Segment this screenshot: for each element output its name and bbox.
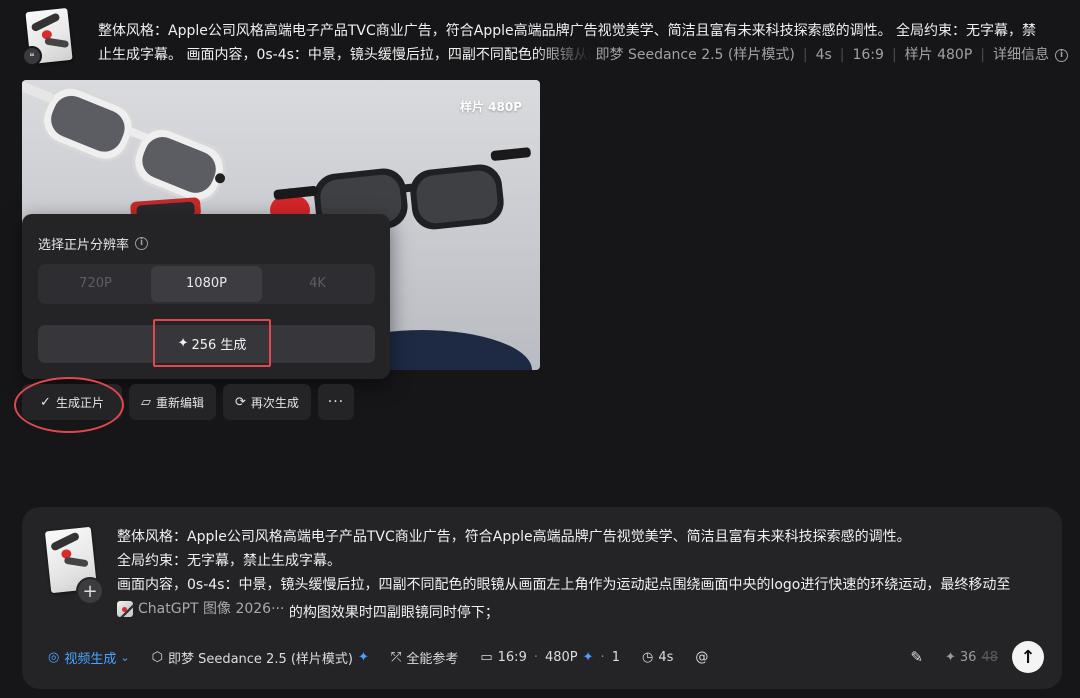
- prompt-line-4-text: 的构图效果时四副眼镜同时停下；: [284, 605, 499, 621]
- composer-toolbar: ◎ 视频生成 ⌄ ⬡ 即梦 Seedance 2.5 (样片模式) ✦ ⤱ 全能…: [48, 641, 1044, 673]
- resolution-option-1080p[interactable]: 1080P: [151, 266, 262, 302]
- re-edit-button[interactable]: ▱ 重新编辑: [129, 384, 217, 420]
- count-label: 1: [611, 649, 620, 665]
- credits-cost: ✦ 36 48: [945, 650, 998, 665]
- composer-reference-thumbnail[interactable]: +: [44, 526, 104, 605]
- cube-icon: ⬡: [151, 649, 163, 665]
- edit-icon: ▱: [141, 394, 151, 410]
- resolution-popup: 选择正片分辨率 i 720P 1080P 4K ✦ 256 生成: [22, 214, 390, 379]
- meta-quality: 样片 480P: [904, 47, 973, 63]
- resolution-selector: 720P 1080P 4K: [38, 264, 375, 304]
- reference-icon: ⤱: [390, 649, 402, 665]
- details-link[interactable]: 详细信息 i: [993, 43, 1068, 67]
- quality-label: 480P: [544, 649, 578, 665]
- generate-final-label: 256 生成: [191, 337, 247, 353]
- quote-icon: ❝: [22, 46, 42, 66]
- more-button[interactable]: ···: [317, 384, 354, 420]
- duration-selector[interactable]: ◷ 4s: [642, 650, 673, 665]
- sparkle-icon: ✦: [582, 649, 594, 665]
- top-prompt-line-1: 整体风格：Apple公司风格高端电子产品TVC商业广告，符合Apple高端品牌广…: [98, 23, 1037, 39]
- prompt-line-2: 全局约束：无字幕，禁止生成字幕。: [117, 553, 341, 569]
- generate-final-annotation[interactable]: ✦ 256 生成: [153, 319, 271, 367]
- meta-duration: 4s: [815, 47, 832, 63]
- info-icon: i: [1055, 48, 1068, 62]
- regenerate-button[interactable]: ⟳ 再次生成: [223, 384, 311, 420]
- regenerate-label: 再次生成: [250, 395, 299, 410]
- generation-meta: 即梦 Seedance 2.5 (样片模式) | 4s | 16:9 | 样片 …: [592, 43, 1068, 67]
- check-icon: ✓: [40, 394, 51, 410]
- prompt-line-1: 整体风格：Apple公司风格高端电子产品TVC商业广告，符合Apple高端品牌广…: [117, 529, 911, 545]
- credits-old: 48: [981, 649, 998, 665]
- chevron-down-icon: ⌄: [120, 650, 130, 664]
- reference-mode-selector[interactable]: ⤱ 全能参考: [391, 648, 458, 667]
- details-label: 详细信息: [993, 47, 1049, 63]
- at-icon: @: [695, 649, 709, 665]
- mode-label: 视频生成: [64, 651, 117, 667]
- video-mode-icon: ◎: [48, 649, 60, 665]
- prompt-line-3: 画面内容，0s-4s：中景，镜头缓慢后拉，四副不同配色的眼镜从画面左上角作为运动…: [117, 577, 1011, 593]
- prompt-line-4: ChatGPT 图像 2026··· 的构图效果时四副眼镜同时停下；: [117, 597, 1047, 625]
- generate-final-video-label: 生成正片: [55, 395, 104, 410]
- top-prompt-line-2: 止生成字幕。 画面内容，0s-4s：中景，镜头缓慢后拉，四副不同配色的眼镜从画面…: [98, 47, 592, 63]
- sparkle-icon: ✦: [177, 335, 189, 351]
- refresh-icon: ⟳: [235, 394, 246, 410]
- image-reference-label: ChatGPT 图像 2026···: [138, 601, 285, 617]
- aspect-ratio-icon: ▭: [480, 649, 493, 665]
- arrow-up-icon: ↑: [1020, 646, 1036, 668]
- image-thumbnail-icon: [117, 601, 133, 617]
- reference-thumbnail[interactable]: ❝: [22, 7, 73, 66]
- model-label: 即梦 Seedance 2.5 (样片模式): [167, 651, 354, 667]
- top-prompt: 整体风格：Apple公司风格高端电子产品TVC商业广告，符合Apple高端品牌广…: [98, 19, 1068, 67]
- add-reference-icon[interactable]: +: [76, 577, 104, 605]
- format-selector[interactable]: ▭ 16:9 · 480P ✦ · 1: [480, 650, 620, 665]
- sparkle-icon: ✦: [945, 649, 956, 665]
- meta-ratio: 16:9: [852, 47, 884, 63]
- result-actions: ✓ 生成正片 ▱ 重新编辑 ⟳ 再次生成 ···: [22, 384, 354, 420]
- clock-icon: ◷: [641, 649, 654, 665]
- credits-now: 36: [959, 649, 977, 665]
- resolution-option-720p[interactable]: 720P: [40, 266, 151, 302]
- sparkle-icon: ✦: [358, 649, 369, 665]
- prompt-input[interactable]: 整体风格：Apple公司风格高端电子产品TVC商业广告，符合Apple高端品牌广…: [117, 525, 1047, 625]
- image-reference-chip[interactable]: ChatGPT 图像 2026···: [117, 597, 284, 621]
- reference-label: 全能参考: [406, 651, 459, 667]
- more-icon: ···: [327, 394, 345, 410]
- mention-button[interactable]: @: [695, 650, 708, 665]
- meta-model: 即梦 Seedance 2.5 (样片模式): [595, 47, 795, 63]
- re-edit-label: 重新编辑: [156, 395, 205, 410]
- sample-badge: 样片 480P: [459, 100, 522, 114]
- mode-selector[interactable]: ◎ 视频生成 ⌄: [48, 648, 130, 667]
- generate-final-video-button[interactable]: ✓ 生成正片: [22, 384, 122, 420]
- resolution-option-4k[interactable]: 4K: [262, 266, 373, 302]
- pen-icon[interactable]: ✎: [910, 648, 923, 666]
- send-button[interactable]: ↑: [1012, 641, 1044, 673]
- model-selector[interactable]: ⬡ 即梦 Seedance 2.5 (样片模式) ✦: [152, 648, 369, 667]
- info-icon[interactable]: i: [135, 237, 149, 250]
- prompt-composer: + 整体风格：Apple公司风格高端电子产品TVC商业广告，符合Apple高端品…: [22, 507, 1062, 689]
- duration-label: 4s: [658, 649, 674, 665]
- popup-title-label: 选择正片分辨率: [38, 238, 130, 253]
- popup-title: 选择正片分辨率 i: [38, 234, 149, 253]
- ratio-label: 16:9: [497, 649, 527, 665]
